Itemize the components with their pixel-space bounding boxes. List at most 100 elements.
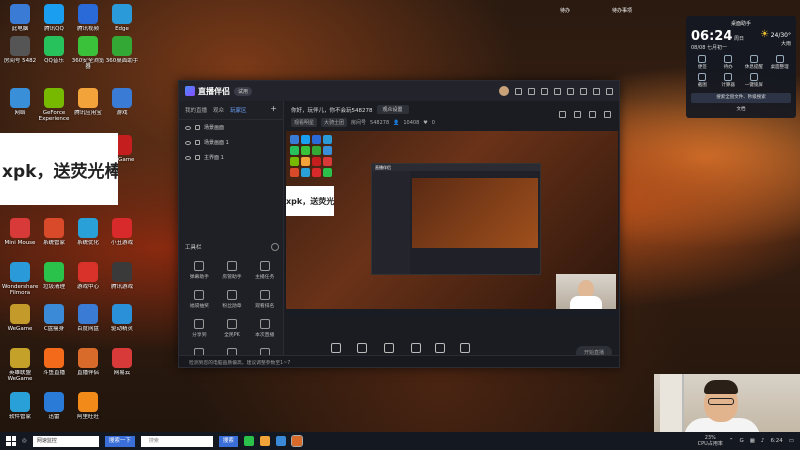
widget-shortcut[interactable]: 计算器 [717, 73, 740, 88]
desktop-icon[interactable]: 游戏 [104, 88, 140, 116]
panel-tab[interactable]: 玩家区 [230, 106, 247, 114]
tool-button[interactable]: 房管助手 [216, 261, 249, 280]
share-icon[interactable] [604, 111, 611, 118]
desktop-icon[interactable]: 垃圾清理 [36, 262, 72, 290]
widget-shortcut[interactable]: 截图 [691, 73, 714, 88]
minimize-icon[interactable] [580, 87, 587, 95]
desktop-icon[interactable]: 系统管家 [36, 218, 72, 246]
scene-type-icon [195, 125, 200, 130]
eye-icon[interactable] [185, 140, 191, 145]
tool-button[interactable]: 主播任务 [248, 261, 281, 280]
scene-item[interactable]: 主界面 1 [179, 150, 283, 165]
taskbar-address-box[interactable]: 网速监控 [32, 435, 99, 447]
maximize-icon[interactable] [593, 87, 600, 95]
tool-button[interactable]: 福袋抽奖 [183, 290, 216, 309]
widget-footer[interactable]: 文档 [691, 106, 791, 112]
desktop-icon[interactable]: 网络 [2, 88, 38, 116]
desktop-icon[interactable]: 直播伴侣 [70, 348, 106, 376]
avatar[interactable] [499, 86, 509, 96]
volume-icon[interactable]: ♪ [761, 438, 765, 444]
layout-icon[interactable] [559, 111, 566, 118]
scene-item[interactable]: 场景画面 1 [179, 135, 283, 150]
desktop-icon[interactable]: 360桌面助手 [104, 36, 140, 64]
menu-icon[interactable] [567, 87, 574, 95]
widget-shortcut[interactable]: 休息提醒 [743, 55, 766, 70]
desktop-icon[interactable]: 360安全浏览器 [70, 36, 106, 71]
stream-preview[interactable]: xpk，送荧光棒 直播伴侣 [286, 131, 618, 317]
desktop-icon[interactable]: 英雄联盟WeGame [2, 348, 38, 383]
tool-button[interactable]: 全民PK [216, 319, 249, 338]
audience-settings-button[interactable]: 观众设置 [376, 105, 409, 114]
desktop-icon[interactable]: 网易云 [104, 348, 140, 376]
desktop-icon[interactable]: Mini Mouse [2, 218, 38, 246]
cortana-icon[interactable]: ◎ [22, 438, 27, 444]
close-icon[interactable] [606, 87, 613, 95]
version-badge[interactable]: 试用 [234, 86, 253, 96]
desktop-icon[interactable]: Edge [104, 4, 140, 32]
desktop-icon[interactable]: 系统优化 [70, 218, 106, 246]
widget-search[interactable]: 搜索全盘文件、秒级搜索 [691, 93, 791, 103]
shirt-icon[interactable] [541, 87, 548, 95]
room-pill-1[interactable]: 观看明星 [291, 118, 318, 127]
chevron-up-icon[interactable]: ⌃ [729, 438, 734, 444]
tool-label: 本次直播 [255, 333, 275, 338]
desktop-icon[interactable]: 腾讯游戏 [104, 262, 140, 290]
tool-button[interactable]: 观看排名 [248, 290, 281, 309]
tool-button[interactable]: 本次直播 [248, 319, 281, 338]
add-scene-icon[interactable]: + [270, 105, 277, 114]
eye-icon[interactable] [185, 125, 191, 130]
desktop-icon[interactable]: 腾讯应用宝 [70, 88, 106, 116]
scene-label: 场景画面 [204, 125, 225, 131]
room-title[interactable]: 你好，玩伴儿，你不会玩548278 [291, 106, 373, 114]
tool-button[interactable]: 粉丝勋章 [216, 290, 249, 309]
tools-more-icon[interactable] [271, 243, 279, 251]
desktop-icon[interactable]: 百度网盘 [70, 304, 106, 332]
taskbar-search-input[interactable]: 搜索 [140, 435, 213, 447]
record-icon[interactable] [589, 111, 596, 118]
taskbar-app-explorer-icon[interactable] [275, 436, 286, 446]
lock-icon[interactable] [574, 111, 581, 118]
room-pill-2[interactable]: 大骑士团 [321, 118, 348, 127]
widget-shortcut[interactable]: 一键锁屏 [743, 73, 766, 88]
tools-grid: 弹幕助手房管助手主播任务福袋抽奖粉丝勋章观看排名分享到全民PK本次直播PK助手礼… [183, 261, 281, 367]
desktop-icon[interactable]: 游戏中心 [70, 262, 106, 290]
tool-button[interactable]: 弹幕助手 [183, 261, 216, 280]
panel-tab[interactable]: 观众 [213, 106, 224, 114]
desktop-icon[interactable]: 斗鱼直播 [36, 348, 72, 376]
gift-icon[interactable] [528, 87, 535, 95]
taskbar-app-g-icon[interactable] [259, 436, 270, 446]
windows-start-icon[interactable] [6, 436, 16, 446]
widget-shortcut[interactable]: 便签 [691, 55, 714, 70]
g-tray-icon[interactable]: G [739, 438, 743, 444]
panel-tab[interactable]: 我的直播 [185, 106, 207, 114]
tool-button[interactable]: 分享到 [183, 319, 216, 338]
taskbar-search-button[interactable]: 搜索 [218, 435, 238, 447]
desktop-icon[interactable]: 小丑游戏 [104, 218, 140, 246]
desktop-icon[interactable]: 腾讯视频 [70, 4, 106, 32]
desktop-icon[interactable]: C盘瘦身 [36, 304, 72, 332]
desktop-icon[interactable]: Wondershare Filmora [2, 262, 38, 297]
desktop-icon[interactable]: 腾讯QQ [36, 4, 72, 32]
scene-item[interactable]: 场景画面 [179, 120, 283, 135]
taskbar-time[interactable]: 6:24 [770, 438, 782, 444]
desktop-icon[interactable]: 房间号 5482 [2, 36, 38, 64]
taskbar-search-one-button[interactable]: 搜索一下 [104, 435, 135, 447]
eye-icon[interactable] [185, 155, 191, 160]
preview-desktop-icon [323, 135, 332, 144]
settings-icon[interactable] [554, 87, 561, 95]
widget-shortcut[interactable]: 待办 [717, 55, 740, 70]
network-icon[interactable]: ▦ [750, 438, 755, 444]
desktop-icon[interactable]: QQ音乐 [36, 36, 72, 64]
message-icon[interactable] [515, 87, 522, 95]
desktop-icon[interactable]: 阿里旺旺 [70, 392, 106, 420]
desktop-icon[interactable]: 软件管家 [2, 392, 38, 420]
taskbar-app-360-icon[interactable] [243, 436, 254, 446]
taskbar-app-streaming-icon[interactable] [290, 435, 303, 447]
widget-shortcut[interactable]: 桌面整理 [768, 55, 791, 70]
desktop-icon[interactable]: 迅雷 [36, 392, 72, 420]
notification-icon[interactable]: ▭ [789, 438, 794, 444]
desktop-icon[interactable]: GeForce Experience [36, 88, 72, 123]
desktop-icon[interactable]: WeGame [2, 304, 38, 332]
desktop-icon[interactable]: 驱动精灵 [104, 304, 140, 332]
desktop-icon[interactable]: 此电脑 [2, 4, 38, 32]
